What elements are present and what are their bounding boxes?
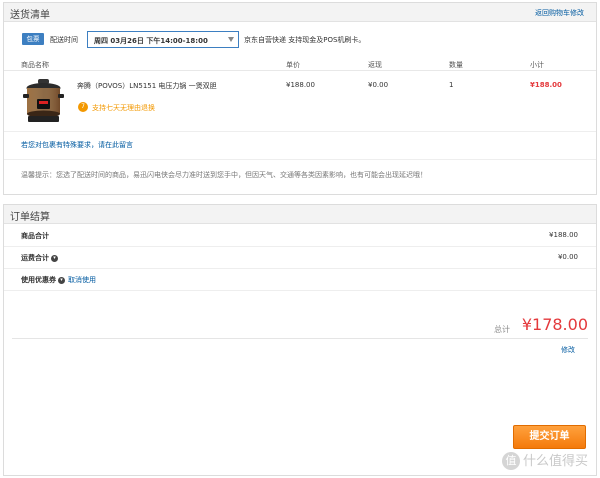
delivery-header: 送货清单 返回购物车修改 — [4, 3, 596, 22]
chevron-down-icon[interactable]: ▾ — [58, 276, 65, 284]
product-name-link[interactable]: 奔腾（POVOS）LN5151 电压力锅 一煲双胆 — [77, 81, 217, 91]
return-policy-text: 支持七天无理由退换 — [92, 104, 155, 112]
package-remark-link[interactable]: 若您对包裹有特殊要求，请在此留言 — [21, 140, 133, 150]
goods-total-row: 商品合计 ¥188.00 — [4, 225, 596, 247]
delivery-panel: 送货清单 返回购物车修改 包票 配送时间 周四 03月26日 下午14:00-1… — [3, 2, 597, 195]
shipping-badge: 包票 — [22, 33, 44, 45]
col-subtotal: 小计 — [530, 61, 544, 69]
delivery-time-label: 配送时间 — [50, 36, 78, 44]
shipping-note: 京东自营快递 支持现金及POS机刷卡。 — [244, 36, 366, 44]
order-total: 总计 ¥178.00 — [12, 313, 588, 339]
modify-link[interactable]: 修改 — [561, 345, 575, 355]
table-row: 奔腾（POVOS）LN5151 电压力锅 一煲双胆 7 支持七天无理由退换 ¥1… — [4, 73, 596, 129]
shipping-total-row: 运费合计 ▾ ¥0.00 — [4, 247, 596, 269]
settlement-title: 订单结算 — [10, 212, 50, 223]
watermark-logo-icon: 值 — [501, 452, 520, 470]
goods-total-value: ¥188.00 — [549, 231, 578, 239]
total-amount: ¥178.00 — [521, 315, 588, 334]
divider — [4, 159, 596, 160]
col-cashback: 返现 — [368, 61, 382, 69]
delivery-time-select[interactable]: 周四 03月26日 下午14:00-18:00 — [87, 31, 239, 48]
delivery-tip: 温馨提示：您选了配送时间的商品，易迅闪电侠会尽力准时送到您手中，但因天气、交通等… — [21, 171, 427, 179]
site-watermark: 值什么值得买 — [501, 450, 588, 470]
shipping-row: 包票 配送时间 周四 03月26日 下午14:00-18:00 京东自营快递 支… — [22, 31, 442, 48]
item-price: ¥188.00 — [286, 81, 315, 89]
col-product-name: 商品名称 — [21, 61, 49, 69]
submit-order-button[interactable]: 提交订单 — [513, 425, 586, 449]
shipping-total-label: 运费合计 — [21, 254, 49, 262]
item-table-header: 商品名称 单价 返现 数量 小计 — [4, 58, 596, 71]
product-image[interactable] — [21, 77, 66, 125]
delivery-time-value: 周四 03月26日 下午14:00-18:00 — [94, 37, 208, 45]
watermark-text: 什么值得买 — [522, 453, 588, 469]
col-price: 单价 — [286, 61, 300, 69]
shipping-total-value: ¥0.00 — [557, 253, 578, 261]
total-label: 总计 — [494, 325, 510, 334]
coupon-label: 使用优惠券 — [21, 276, 56, 284]
goods-total-label: 商品合计 — [21, 232, 49, 240]
settlement-header: 订单结算 — [4, 205, 596, 224]
item-cashback: ¥0.00 — [368, 81, 389, 89]
col-quantity: 数量 — [449, 61, 463, 69]
item-quantity: 1 — [449, 81, 454, 89]
chevron-down-icon[interactable]: ▾ — [51, 254, 58, 262]
divider — [4, 131, 596, 132]
back-to-cart-link[interactable]: 返回购物车修改 — [535, 8, 584, 18]
seven-day-return-icon: 7 — [78, 102, 88, 112]
settlement-panel: 订单结算 商品合计 ¥188.00 运费合计 ▾ ¥0.00 使用优惠券 ▾ 取消使用… — [3, 204, 597, 476]
cancel-coupon-link[interactable]: 取消使用 — [68, 276, 96, 284]
item-subtotal: ¥188.00 — [530, 81, 562, 89]
delivery-title: 送货清单 — [10, 10, 50, 21]
chevron-down-icon — [228, 37, 234, 42]
coupon-row: 使用优惠券 ▾ 取消使用 — [4, 269, 596, 291]
